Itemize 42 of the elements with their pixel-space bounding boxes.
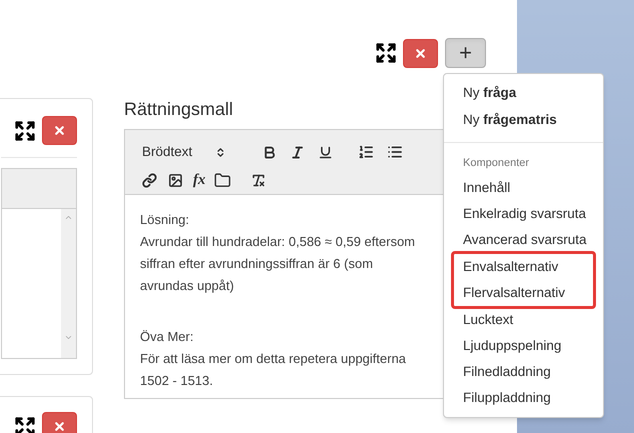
bold-icon[interactable]	[262, 144, 277, 160]
expand-icon[interactable]	[14, 416, 36, 433]
ordered-list-icon[interactable]	[358, 144, 374, 160]
italic-icon[interactable]	[290, 144, 305, 160]
folder-icon[interactable]	[214, 172, 230, 188]
menu-item[interactable]: Ny frågematris	[444, 107, 603, 134]
delete-button[interactable]	[42, 412, 77, 433]
menu-item[interactable]: Filnedladdning	[444, 359, 603, 385]
close-icon	[53, 124, 66, 137]
delete-button[interactable]	[403, 38, 438, 68]
expand-icon[interactable]	[375, 42, 397, 64]
menu-item[interactable]: Envalsalternativ	[454, 254, 593, 280]
editor-text-line: Avrundar till hundradelar: 0,586 ≈ 0,59 eftersom	[140, 233, 416, 251]
editor-text-line: Öva Mer:	[140, 328, 194, 346]
menu-item[interactable]: Flervalsalternativ	[454, 280, 593, 306]
formula-button[interactable]: fx	[193, 172, 206, 188]
editor-text-line: siffran efter avrundningssiffran är 6 (som	[140, 255, 374, 273]
menu-item[interactable]: Ljuduppspelning	[444, 333, 603, 359]
format-select[interactable]: Brödtext	[142, 142, 232, 162]
menu-item[interactable]: Ny fråga	[444, 80, 603, 107]
menu-section-header: Komponenter	[462, 156, 530, 171]
editor-text-line: Lösning:	[140, 211, 190, 229]
link-icon[interactable]	[142, 172, 157, 188]
image-icon[interactable]	[168, 172, 183, 188]
editor-text-line: 1502 - 1513.	[140, 372, 214, 390]
close-icon	[414, 46, 427, 60]
menu-item[interactable]: Avancerad svarsruta	[444, 227, 603, 253]
menu-item[interactable]: Enkelradig svarsruta	[444, 201, 603, 227]
menu-item[interactable]: Filuppladdning	[444, 385, 603, 411]
delete-button[interactable]	[42, 116, 77, 145]
menu-item[interactable]: Lucktext	[444, 307, 603, 333]
underline-icon[interactable]	[318, 144, 333, 160]
section-title: Rättningsmall	[124, 98, 234, 121]
clear-formatting-icon[interactable]	[250, 172, 266, 188]
expand-icon[interactable]	[14, 120, 36, 142]
editor-text-line: avrundas uppåt)	[140, 277, 235, 295]
add-button[interactable]: +	[445, 38, 486, 68]
select-arrows-icon	[215, 146, 226, 158]
editor-text-line: För att läsa mer om detta repetera uppgifterna	[140, 350, 407, 368]
close-icon	[53, 420, 66, 433]
menu-item[interactable]: Innehåll	[444, 175, 603, 201]
bullet-list-icon[interactable]	[387, 144, 403, 160]
